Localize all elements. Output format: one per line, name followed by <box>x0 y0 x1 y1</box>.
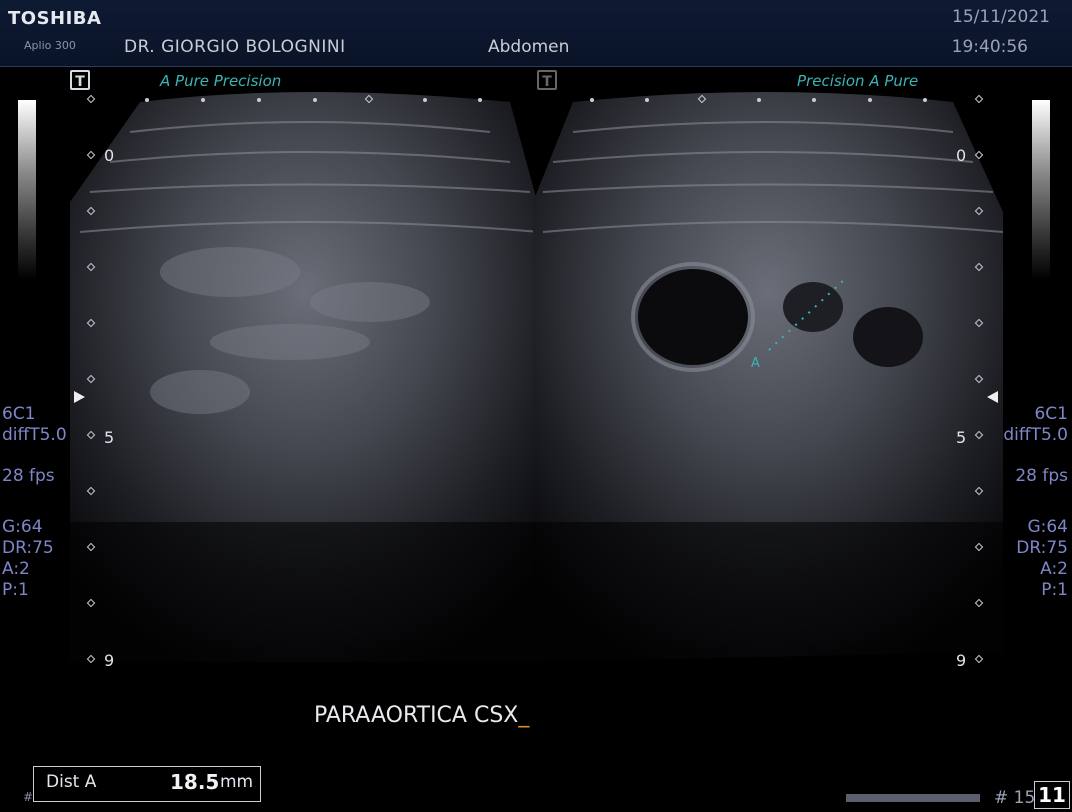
lateral-scale-dot <box>478 98 482 102</box>
lateral-scale-dot <box>201 98 205 102</box>
lateral-scale-dot <box>923 98 927 102</box>
left-param-block: 6C1 diffT5.0 <box>2 404 67 446</box>
left-dr: DR:75 <box>2 538 54 558</box>
right-a: A:2 <box>1040 559 1068 579</box>
left-filter: diffT5.0 <box>2 425 67 445</box>
left-ultrasound-image[interactable] <box>70 92 540 662</box>
measurement-result-box: Dist A 18.5 mm <box>33 766 261 802</box>
image-annotation[interactable]: PARAAORTICA CSX_ <box>314 703 529 728</box>
right-mode-label: Precision A Pure <box>797 72 919 90</box>
right-acq-params: G:64 DR:75 A:2 P:1 <box>1016 517 1068 601</box>
lateral-scale-dot <box>313 98 317 102</box>
right-grayscale-bar <box>1032 100 1050 280</box>
hash-icon: # <box>23 790 34 804</box>
operator-name: DR. GIORGIO BOLOGNINI <box>124 37 346 57</box>
right-probe: 6C1 <box>1034 404 1068 424</box>
text-cursor: _ <box>518 703 530 728</box>
current-frame-box[interactable]: 11 <box>1034 781 1070 809</box>
lateral-scale-dot <box>423 98 427 102</box>
left-depth-0: 0 <box>104 146 115 165</box>
annotation-text: PARAAORTICA CSX <box>314 703 519 728</box>
left-probe: 6C1 <box>2 404 36 424</box>
left-gain: G:64 <box>2 517 43 537</box>
lateral-scale-dot <box>812 98 816 102</box>
lateral-scale-dot <box>757 98 761 102</box>
device-model: Aplio 300 <box>24 39 76 52</box>
header-bar: TOSHIBA Aplio 300 DR. GIORGIO BOLOGNINI … <box>0 0 1072 67</box>
left-mode-label: A Pure Precision <box>160 72 282 90</box>
lateral-scale-dot <box>590 98 594 102</box>
lateral-scale-dot <box>257 98 261 102</box>
left-a: A:2 <box>2 559 30 579</box>
orientation-t-icon-right[interactable]: T <box>537 70 557 90</box>
right-p: P:1 <box>1041 580 1068 600</box>
lateral-scale-dot <box>645 98 649 102</box>
right-ultrasound-image[interactable] <box>533 92 1003 662</box>
right-depth-0: 0 <box>956 146 967 165</box>
lateral-scale-dot <box>145 98 149 102</box>
right-gain: G:64 <box>1027 517 1068 537</box>
measurement-marker-a[interactable]: A <box>751 356 760 371</box>
measurement-label: Dist A <box>46 772 97 792</box>
orientation-t-icon[interactable]: T <box>70 70 90 90</box>
left-depth-9: 9 <box>104 651 115 670</box>
right-fps: 28 fps <box>1015 466 1068 486</box>
exam-time: 19:40:56 <box>951 37 1028 57</box>
right-dr: DR:75 <box>1016 538 1068 558</box>
left-acq-params: G:64 DR:75 A:2 P:1 <box>2 517 54 601</box>
left-grayscale-bar <box>18 100 36 280</box>
right-param-block: 6C1 diffT5.0 <box>1003 404 1068 446</box>
exam-preset[interactable]: Abdomen <box>488 37 569 57</box>
cine-progress-bar[interactable] <box>846 794 980 802</box>
left-p: P:1 <box>2 580 29 600</box>
exam-date: 15/11/2021 <box>952 7 1050 27</box>
measurement-value: 18.5 <box>170 770 220 794</box>
lateral-scale-dot <box>868 98 872 102</box>
right-depth-5: 5 <box>956 428 967 447</box>
left-focus-marker-icon[interactable] <box>74 391 85 403</box>
left-depth-5: 5 <box>104 428 115 447</box>
right-filter: diffT5.0 <box>1003 425 1068 445</box>
right-depth-9: 9 <box>956 651 967 670</box>
frame-count: # 15 <box>994 788 1036 808</box>
brand-logo: TOSHIBA <box>8 8 102 29</box>
left-fps: 28 fps <box>2 466 55 486</box>
measurement-unit: mm <box>220 772 254 792</box>
right-focus-marker-icon[interactable] <box>987 391 998 403</box>
